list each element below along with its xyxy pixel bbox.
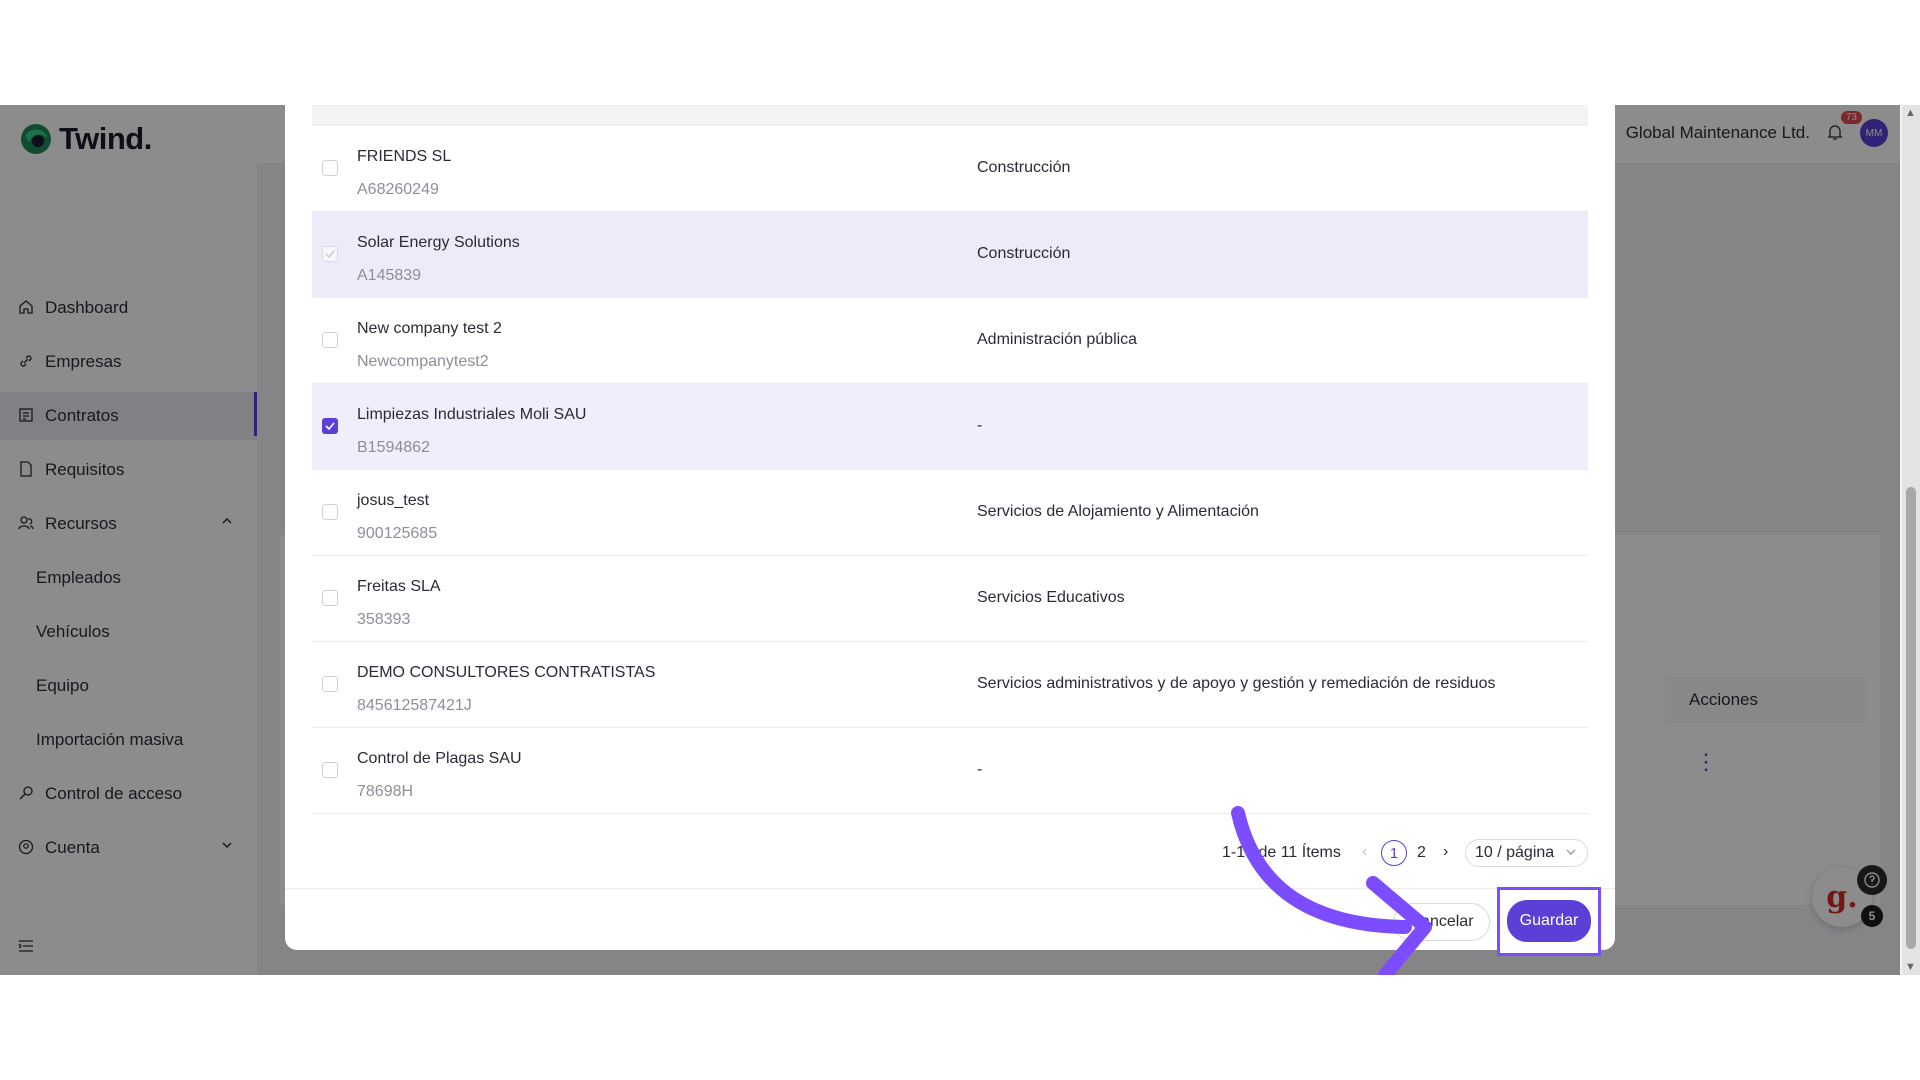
company-name: josus_test [357,492,430,509]
check-icon [325,422,335,431]
app-screen: Twind. Dashboard Empresas Contratos Requ… [0,105,1920,975]
row-checkbox-checked[interactable] [322,418,338,434]
row-checkbox[interactable] [322,504,338,520]
company-name: Solar Energy Solutions [357,234,520,251]
save-button[interactable]: Guardar [1505,898,1593,944]
row-checkbox[interactable] [322,160,338,176]
table-row[interactable]: Control de Plagas SAU 78698H - [312,728,1588,814]
page-scrollbar[interactable]: ▲ ▼ [1902,105,1920,975]
table-row[interactable]: Solar Energy Solutions A145839 Construcc… [312,212,1588,298]
tutorial-arrow-icon [1231,806,1432,975]
table-row[interactable]: Freitas SLA 358393 Servicios Educativos [312,556,1588,642]
check-icon [325,250,335,259]
company-name: Freitas SLA [357,578,441,595]
company-name: Control de Plagas SAU [357,750,522,767]
table-row[interactable]: josus_test 900125685 Servicios de Alojam… [312,470,1588,556]
company-name: Limpiezas Industriales Moli SAU [357,406,587,423]
row-checkbox[interactable] [322,590,338,606]
company-sector: Servicios administrativos y de apoyo y g… [977,675,1496,692]
company-name: DEMO CONSULTORES CONTRATISTAS [357,664,656,681]
table-header-strip [312,105,1588,126]
company-id: 358393 [357,611,411,628]
company-id: 845612587421J [357,697,472,714]
company-sector: Construcción [977,159,1071,176]
company-id: Newcompanytest2 [357,353,489,370]
company-sector: Servicios Educativos [977,589,1125,606]
page-size-value: 10 / página [1475,844,1555,861]
scroll-thumb[interactable] [1906,487,1916,949]
chevron-down-icon [1566,849,1576,855]
company-name: New company test 2 [357,320,502,337]
row-checkbox-disabled [322,246,338,262]
company-id: A68260249 [357,181,439,198]
row-checkbox[interactable] [322,332,338,348]
company-sector: Construcción [977,245,1071,262]
table-row[interactable]: Limpiezas Industriales Moli SAU B1594862… [312,384,1588,470]
company-sector: - [977,761,983,778]
table-row[interactable]: FRIENDS SL A68260249 Construcción [312,126,1588,212]
row-checkbox[interactable] [322,676,338,692]
company-sector: Servicios de Alojamiento y Alimentación [977,503,1259,520]
company-id: 78698H [357,783,414,800]
scroll-up-icon[interactable]: ▲ [1905,107,1916,119]
row-checkbox[interactable] [322,762,338,778]
table-row[interactable]: New company test 2 Newcompanytest2 Admin… [312,298,1588,384]
scroll-down-icon[interactable]: ▼ [1905,961,1916,973]
company-name: FRIENDS SL [357,148,452,165]
company-id: A145839 [357,267,422,284]
company-id: B1594862 [357,439,430,456]
company-sector: - [977,417,983,434]
company-sector: Administración pública [977,331,1138,348]
table-row[interactable]: DEMO CONSULTORES CONTRATISTAS 8456125874… [312,642,1588,728]
company-id: 900125685 [357,525,438,542]
